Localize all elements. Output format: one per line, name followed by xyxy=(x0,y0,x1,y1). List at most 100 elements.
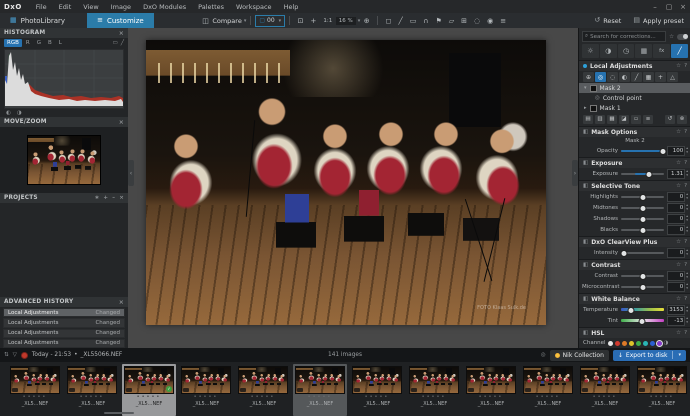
preview-eye-icon[interactable]: ◉ xyxy=(484,17,497,25)
favorites-star-icon[interactable]: ☆ xyxy=(669,34,674,40)
filmstrip-thumbnail[interactable]: •••••_XL5...NEF xyxy=(236,364,290,416)
exposure-header[interactable]: ◧Exposure ☆? xyxy=(579,158,690,168)
star-rating[interactable]: ••••• xyxy=(80,394,105,401)
palette-star-icon[interactable]: ☆ xyxy=(676,63,681,69)
overlay-selector[interactable]: ▢ 00 ▾ xyxy=(255,15,285,27)
exposure-value[interactable]: 1.31 xyxy=(667,169,685,179)
mask-op-show-icon[interactable]: ▦ xyxy=(607,115,617,124)
mask-row-mask2[interactable]: ▾ Mask 2 xyxy=(579,83,690,93)
history-row[interactable]: Local AdjustmentsChanged xyxy=(3,329,125,338)
export-to-disk-button[interactable]: ↓ Export to disk ▾ xyxy=(613,350,686,361)
projects-close-icon[interactable]: × xyxy=(119,195,124,201)
compare-control[interactable]: ◫ Compare ▾ xyxy=(199,13,247,28)
projects-body[interactable] xyxy=(0,203,128,297)
filmstrip-thumbnail[interactable]: •••••_XL5...NEF xyxy=(65,364,119,416)
hsl-channel-all-icon[interactable]: ◑ xyxy=(664,340,669,346)
crop-tool-icon[interactable]: ◻ xyxy=(382,17,395,25)
star-rating[interactable]: ••••• xyxy=(593,394,618,401)
reset-button[interactable]: ↺ Reset xyxy=(588,13,627,28)
movezoom-thumbnail[interactable] xyxy=(27,135,101,185)
star-rating[interactable]: ••••• xyxy=(308,394,333,401)
tool-brush-icon[interactable]: ╱ xyxy=(631,72,642,82)
opacity-slider[interactable] xyxy=(621,150,664,152)
tool-graduated-filter-icon[interactable]: ◐ xyxy=(619,72,630,82)
exposure-slider[interactable] xyxy=(621,173,664,175)
hsl-channel-blue[interactable] xyxy=(650,341,655,346)
mask-op-duplicate-icon[interactable]: ▤ xyxy=(583,115,593,124)
filmstrip-thumbnail[interactable]: •••••_XL5...NEF xyxy=(521,364,575,416)
expand-caret-icon[interactable]: ▸ xyxy=(584,105,587,111)
corrections-toggle[interactable] xyxy=(677,34,688,40)
white-balance-header[interactable]: ◧White Balance ☆? xyxy=(579,294,690,304)
mask-op-list-icon[interactable]: ≡ xyxy=(643,115,653,124)
tool-eraser-icon[interactable]: △ xyxy=(667,72,678,82)
channel-r[interactable]: R xyxy=(23,39,33,47)
movezoom-header[interactable]: MOVE/ZOOM × xyxy=(0,117,128,127)
monitor-icon[interactable]: ▭ xyxy=(112,40,117,46)
projects-add-icon[interactable]: + xyxy=(103,195,108,201)
menu-image[interactable]: Image xyxy=(105,3,137,11)
maximize-button[interactable]: ▢ xyxy=(662,3,676,11)
filmstrip-thumbnail-current[interactable]: ✓•••••_XL5...NEF xyxy=(122,364,176,416)
tool-new-mask-icon[interactable]: ⊕ xyxy=(583,72,594,82)
shadows-slider[interactable] xyxy=(621,218,664,220)
advanced-history-header[interactable]: ADVANCED HISTORY × xyxy=(0,297,128,307)
picker-icon[interactable]: ╱ xyxy=(121,40,124,46)
minimize-button[interactable]: – xyxy=(648,3,662,11)
star-rating[interactable]: ••••• xyxy=(194,394,219,401)
microcontrast-slider[interactable] xyxy=(621,286,664,288)
filmstrip-thumbnail[interactable]: •••••_XL5...NEF xyxy=(635,364,689,416)
zoom-level-value[interactable]: 16 % xyxy=(336,17,356,25)
left-panel-collapse-handle[interactable]: ‹ xyxy=(128,160,134,186)
menu-palettes[interactable]: Palettes xyxy=(192,3,230,11)
projects-header[interactable]: PROJECTS ∗ + – × xyxy=(0,193,128,203)
page-tool-icon[interactable]: ▱ xyxy=(445,17,457,25)
trash-icon[interactable]: ⊗ xyxy=(677,115,687,124)
menu-help[interactable]: Help xyxy=(278,3,305,11)
horizon-tool-icon[interactable]: ∩ xyxy=(420,17,432,25)
grid-tool-icon[interactable]: ⊞ xyxy=(458,17,471,25)
star-rating[interactable]: ••••• xyxy=(479,394,504,401)
tab-light[interactable]: ☼ xyxy=(582,44,599,58)
nik-collection-button[interactable]: Nik Collection xyxy=(550,350,609,361)
collapse-caret-icon[interactable]: ▾ xyxy=(584,85,587,91)
hsl-channel-orange[interactable] xyxy=(622,341,627,346)
close-button[interactable]: × xyxy=(676,3,690,11)
filmstrip-thumbnail[interactable]: •••••_XL5...NEF xyxy=(578,364,632,416)
clone-tool-icon[interactable]: ◌ xyxy=(470,17,483,25)
mask-op-hide-icon[interactable]: ▫ xyxy=(631,115,641,124)
blacks-slider[interactable] xyxy=(621,229,664,231)
search-input[interactable] xyxy=(590,34,663,40)
hsl-channel-purple[interactable] xyxy=(657,341,662,346)
compare-dropdown-icon[interactable]: ▾ xyxy=(244,18,247,24)
star-rating[interactable]: ••••• xyxy=(137,394,162,401)
star-rating[interactable]: ••••• xyxy=(251,394,276,401)
mask-row-mask1[interactable]: ▸ Mask 1 xyxy=(579,103,690,113)
repair-tool-icon[interactable]: ▭ xyxy=(406,17,420,25)
projects-sort-icon[interactable]: ∗ xyxy=(95,195,100,201)
history-row[interactable]: Local AdjustmentsChanged xyxy=(3,318,125,327)
magnifier-icon[interactable]: ⊕ xyxy=(360,17,373,25)
histogram-close-icon[interactable]: × xyxy=(119,30,124,37)
export-dropdown-icon[interactable]: ▾ xyxy=(678,352,681,358)
hsl-channel-green[interactable] xyxy=(636,341,641,346)
tint-slider[interactable] xyxy=(621,319,664,322)
help-icon[interactable]: ? xyxy=(684,63,687,69)
funnel-icon[interactable]: ◎ xyxy=(541,352,546,358)
filmstrip-scrollbar[interactable] xyxy=(104,412,134,414)
star-rating[interactable]: ••••• xyxy=(23,394,48,401)
undo-icon[interactable]: ↺ xyxy=(665,115,675,124)
image-canvas[interactable]: FOTO Klaas Sulk.de ‹ › xyxy=(128,28,578,348)
filmstrip-thumbnail[interactable]: •••••_XL5...NEF xyxy=(464,364,518,416)
mask-options-header[interactable]: ◧ Mask Options ☆? xyxy=(579,127,690,137)
menu-view[interactable]: View xyxy=(77,3,104,11)
hsl-channel-red[interactable] xyxy=(615,341,620,346)
hsl-channel-yellow[interactable] xyxy=(629,341,634,346)
history-row[interactable]: Local AdjustmentsChanged xyxy=(3,308,125,317)
menu-edit[interactable]: Edit xyxy=(53,3,78,11)
movezoom-close-icon[interactable]: × xyxy=(119,119,124,126)
hsl-channel-white[interactable] xyxy=(608,341,613,346)
zoom-1to1-button[interactable]: 1:1 xyxy=(320,18,336,24)
menu-workspace[interactable]: Workspace xyxy=(230,3,278,11)
tab-customize[interactable]: ≡ Customize xyxy=(87,13,154,28)
